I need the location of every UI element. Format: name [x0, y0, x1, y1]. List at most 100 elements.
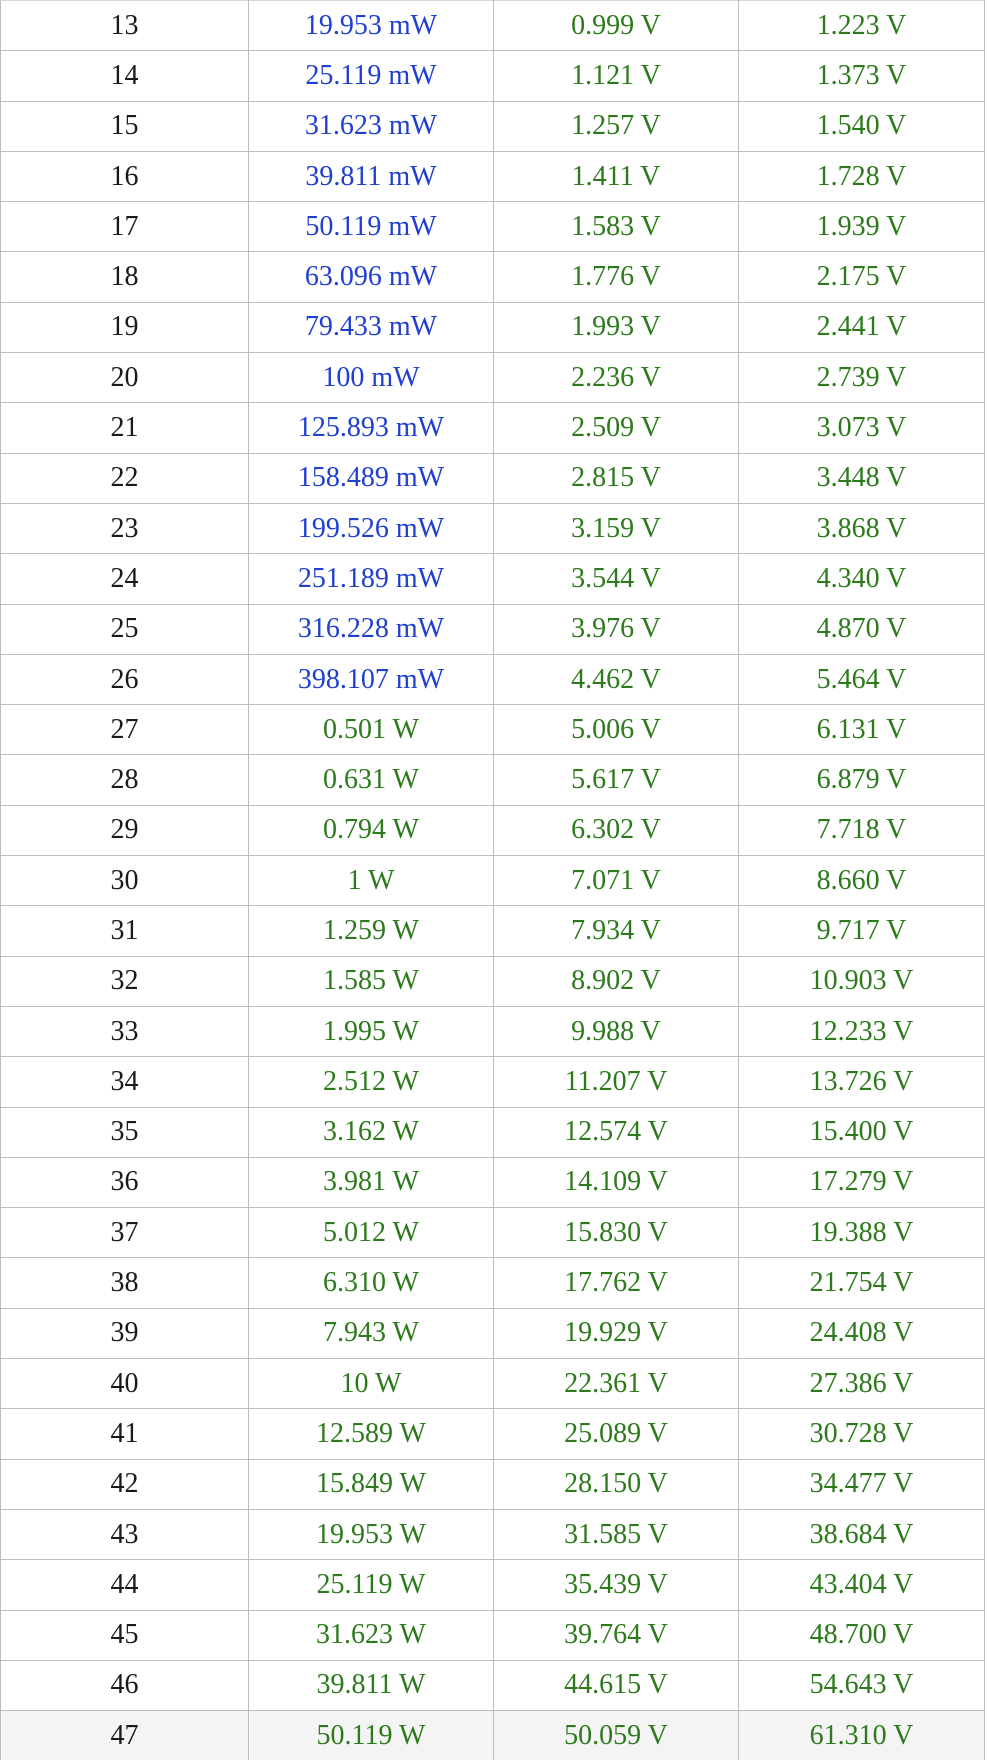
- voltage-cell-b[interactable]: 3.868 V: [738, 502, 985, 555]
- voltage-cell-b[interactable]: 2.739 V: [738, 352, 985, 404]
- power-cell[interactable]: 100 mW: [248, 352, 494, 404]
- voltage-cell-b[interactable]: 2.441 V: [738, 301, 985, 354]
- voltage-cell-b[interactable]: 15.400 V: [738, 1106, 985, 1158]
- row-index-cell[interactable]: 44: [0, 1559, 249, 1611]
- row-index-cell[interactable]: 14: [0, 50, 249, 102]
- power-cell[interactable]: 398.107 mW: [248, 653, 494, 706]
- voltage-cell-b[interactable]: 38.684 V: [738, 1508, 985, 1561]
- voltage-cell-a[interactable]: 19.929 V: [493, 1307, 739, 1360]
- row-index-cell[interactable]: 30: [0, 855, 249, 907]
- voltage-cell-a[interactable]: 9.988 V: [493, 1005, 739, 1058]
- power-cell[interactable]: 50.119 mW: [248, 201, 494, 253]
- row-index-cell[interactable]: 28: [0, 754, 249, 806]
- power-cell[interactable]: 1.259 W: [248, 905, 494, 957]
- power-cell[interactable]: 1.585 W: [248, 955, 494, 1007]
- row-index-cell[interactable]: 26: [0, 653, 249, 706]
- voltage-cell-a[interactable]: 0.999 V: [493, 0, 739, 52]
- row-index-cell[interactable]: 27: [0, 704, 249, 756]
- power-cell[interactable]: 3.981 W: [248, 1156, 494, 1209]
- voltage-cell-b[interactable]: 12.233 V: [738, 1005, 985, 1058]
- voltage-cell-a[interactable]: 8.902 V: [493, 955, 739, 1007]
- power-cell[interactable]: 39.811 W: [248, 1659, 494, 1712]
- voltage-cell-a[interactable]: 11.207 V: [493, 1056, 739, 1108]
- power-cell[interactable]: 0.794 W: [248, 804, 494, 857]
- row-index-cell[interactable]: 37: [0, 1207, 249, 1259]
- voltage-cell-a[interactable]: 2.236 V: [493, 352, 739, 404]
- power-cell[interactable]: 199.526 mW: [248, 502, 494, 555]
- voltage-cell-b[interactable]: 4.340 V: [738, 553, 985, 605]
- row-index-cell[interactable]: 20: [0, 352, 249, 404]
- voltage-cell-a[interactable]: 28.150 V: [493, 1458, 739, 1510]
- voltage-cell-a[interactable]: 25.089 V: [493, 1408, 739, 1460]
- voltage-cell-a[interactable]: 2.509 V: [493, 402, 739, 454]
- voltage-cell-a[interactable]: 1.411 V: [493, 150, 739, 203]
- voltage-cell-a[interactable]: 3.976 V: [493, 603, 739, 655]
- power-cell[interactable]: 2.512 W: [248, 1056, 494, 1108]
- voltage-cell-a[interactable]: 39.764 V: [493, 1609, 739, 1661]
- voltage-cell-a[interactable]: 4.462 V: [493, 653, 739, 706]
- voltage-cell-a[interactable]: 31.585 V: [493, 1508, 739, 1561]
- voltage-cell-b[interactable]: 10.903 V: [738, 955, 985, 1007]
- power-cell[interactable]: 158.489 mW: [248, 452, 494, 504]
- power-cell[interactable]: 316.228 mW: [248, 603, 494, 655]
- voltage-cell-a[interactable]: 14.109 V: [493, 1156, 739, 1209]
- power-cell[interactable]: 125.893 mW: [248, 402, 494, 454]
- power-cell[interactable]: 25.119 mW: [248, 50, 494, 102]
- voltage-cell-b[interactable]: 7.718 V: [738, 804, 985, 857]
- voltage-cell-b[interactable]: 19.388 V: [738, 1207, 985, 1259]
- voltage-cell-a[interactable]: 1.993 V: [493, 301, 739, 354]
- voltage-cell-b[interactable]: 24.408 V: [738, 1307, 985, 1360]
- row-index-cell[interactable]: 36: [0, 1156, 249, 1209]
- row-index-cell[interactable]: 17: [0, 201, 249, 253]
- voltage-cell-a[interactable]: 44.615 V: [493, 1659, 739, 1712]
- row-index-cell[interactable]: 46: [0, 1659, 249, 1712]
- power-cell[interactable]: 7.943 W: [248, 1307, 494, 1360]
- voltage-cell-b[interactable]: 5.464 V: [738, 653, 985, 706]
- voltage-cell-b[interactable]: 30.728 V: [738, 1408, 985, 1460]
- voltage-cell-b[interactable]: 1.540 V: [738, 100, 985, 152]
- power-cell[interactable]: 251.189 mW: [248, 553, 494, 605]
- power-cell[interactable]: 79.433 mW: [248, 301, 494, 354]
- power-cell[interactable]: 0.631 W: [248, 754, 494, 806]
- row-index-cell[interactable]: 16: [0, 150, 249, 203]
- voltage-cell-a[interactable]: 22.361 V: [493, 1358, 739, 1410]
- voltage-cell-a[interactable]: 1.583 V: [493, 201, 739, 253]
- power-cell[interactable]: 10 W: [248, 1358, 494, 1410]
- power-cell[interactable]: 25.119 W: [248, 1559, 494, 1611]
- voltage-cell-b[interactable]: 3.448 V: [738, 452, 985, 504]
- voltage-cell-a[interactable]: 3.159 V: [493, 502, 739, 555]
- voltage-cell-a[interactable]: 3.544 V: [493, 553, 739, 605]
- power-cell[interactable]: 63.096 mW: [248, 251, 494, 303]
- voltage-cell-a[interactable]: 15.830 V: [493, 1207, 739, 1259]
- voltage-cell-b[interactable]: 4.870 V: [738, 603, 985, 655]
- row-index-cell[interactable]: 29: [0, 804, 249, 857]
- voltage-cell-a[interactable]: 1.121 V: [493, 50, 739, 102]
- row-index-cell[interactable]: 41: [0, 1408, 249, 1460]
- voltage-cell-b[interactable]: 3.073 V: [738, 402, 985, 454]
- power-cell[interactable]: 31.623 W: [248, 1609, 494, 1661]
- voltage-cell-b[interactable]: 27.386 V: [738, 1358, 985, 1410]
- row-index-cell[interactable]: 33: [0, 1005, 249, 1058]
- voltage-cell-b[interactable]: 2.175 V: [738, 251, 985, 303]
- row-index-cell[interactable]: 32: [0, 955, 249, 1007]
- voltage-cell-a[interactable]: 6.302 V: [493, 804, 739, 857]
- voltage-cell-b[interactable]: 8.660 V: [738, 855, 985, 907]
- voltage-cell-b[interactable]: 1.223 V: [738, 0, 985, 52]
- voltage-cell-a[interactable]: 35.439 V: [493, 1559, 739, 1611]
- row-index-cell[interactable]: 13: [0, 0, 249, 52]
- voltage-cell-b[interactable]: 43.404 V: [738, 1559, 985, 1611]
- row-index-cell[interactable]: 31: [0, 905, 249, 957]
- power-cell[interactable]: 19.953 mW: [248, 0, 494, 52]
- row-index-cell[interactable]: 40: [0, 1358, 249, 1410]
- voltage-cell-b[interactable]: 9.717 V: [738, 905, 985, 957]
- voltage-cell-a[interactable]: 7.071 V: [493, 855, 739, 907]
- voltage-cell-a[interactable]: 1.257 V: [493, 100, 739, 152]
- row-index-cell[interactable]: 22: [0, 452, 249, 504]
- power-cell[interactable]: 15.849 W: [248, 1458, 494, 1510]
- voltage-cell-a[interactable]: 1.776 V: [493, 251, 739, 303]
- row-index-cell[interactable]: 18: [0, 251, 249, 303]
- voltage-cell-b[interactable]: 6.131 V: [738, 704, 985, 756]
- row-index-cell[interactable]: 19: [0, 301, 249, 354]
- row-index-cell[interactable]: 15: [0, 100, 249, 152]
- voltage-cell-b[interactable]: 1.373 V: [738, 50, 985, 102]
